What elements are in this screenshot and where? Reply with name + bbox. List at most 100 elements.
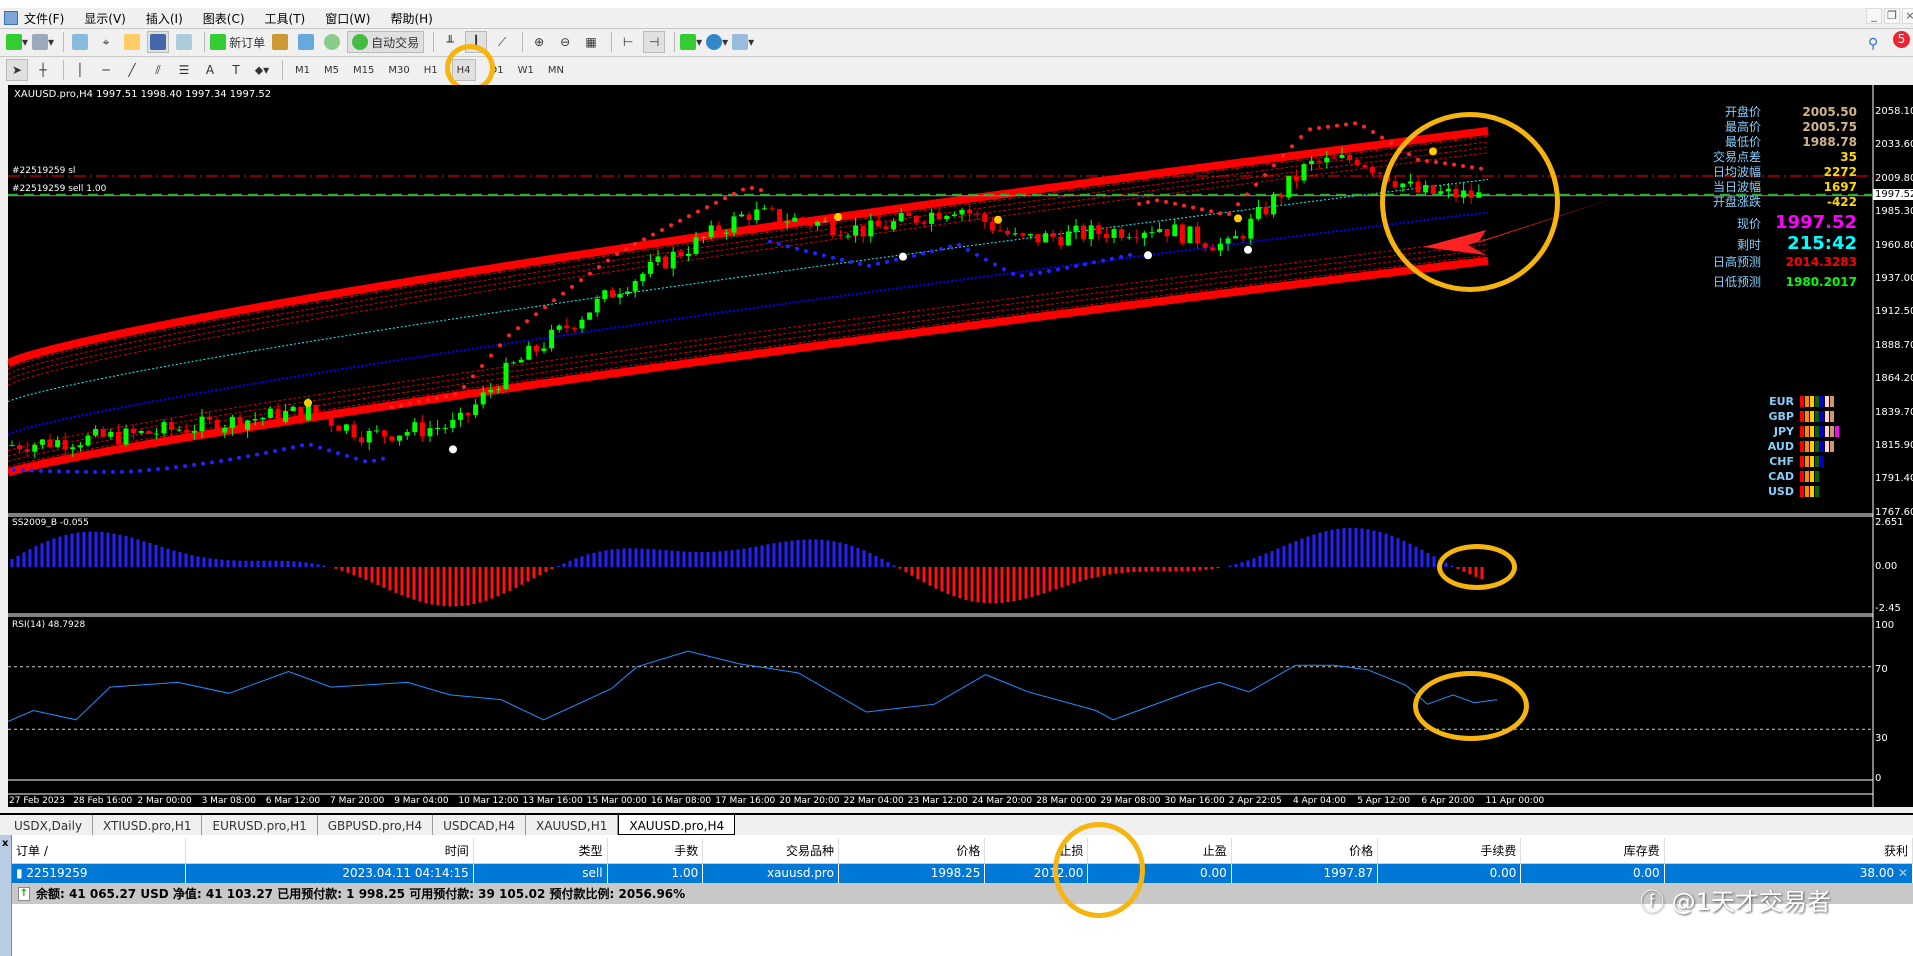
sar-dot bbox=[399, 403, 403, 408]
chart-tab[interactable]: XTIUSD.pro,H1 bbox=[93, 815, 203, 835]
candle-body bbox=[199, 416, 205, 431]
menu-window[interactable]: 窗口(W) bbox=[325, 10, 370, 27]
auto-scroll-button[interactable]: ⊢ bbox=[617, 31, 639, 53]
column-header[interactable]: 价格 bbox=[1231, 838, 1379, 864]
sar-dot bbox=[750, 185, 754, 190]
price-axis-label: 1888.70 bbox=[1875, 339, 1913, 351]
market-watch-button[interactable] bbox=[69, 31, 91, 53]
sar-dot bbox=[30, 468, 34, 473]
timeframe-w1[interactable]: W1 bbox=[518, 65, 534, 76]
templates-button[interactable]: ▾ bbox=[732, 31, 754, 53]
terminal-button[interactable] bbox=[147, 31, 170, 53]
equidistant-channel-tool[interactable]: ⫽ bbox=[147, 59, 169, 81]
sar-dot bbox=[363, 459, 367, 464]
title-strip bbox=[0, 0, 1913, 8]
timeframe-m30[interactable]: M30 bbox=[388, 65, 409, 76]
data-window-button[interactable]: ⌖ bbox=[95, 31, 117, 53]
chart-shift-button[interactable]: ⊣ bbox=[643, 31, 666, 53]
close-order-icon[interactable]: ✕ bbox=[1894, 866, 1908, 880]
menu-tools[interactable]: 工具(T) bbox=[265, 10, 306, 27]
candle-body bbox=[556, 325, 562, 330]
chart-tab[interactable]: EURUSD.pro,H1 bbox=[202, 815, 318, 835]
periods-button[interactable]: ▾ bbox=[706, 31, 728, 53]
menu-charts[interactable]: 图表(C) bbox=[203, 10, 245, 27]
line-chart-button[interactable]: ⟋ bbox=[491, 31, 513, 53]
signals-button[interactable] bbox=[321, 31, 343, 53]
trendline-tool[interactable]: ╱ bbox=[121, 59, 143, 81]
sar-dot bbox=[129, 469, 133, 474]
sar-dot bbox=[939, 246, 943, 251]
metaeditor-button[interactable] bbox=[269, 31, 291, 53]
candle-body bbox=[77, 445, 83, 448]
crosshair-tool[interactable]: ┼ bbox=[32, 59, 54, 81]
column-header[interactable]: 获利 bbox=[1664, 838, 1913, 864]
column-header[interactable]: 订单 / bbox=[12, 838, 187, 864]
terminal-close-icon[interactable]: x bbox=[0, 838, 8, 849]
candle-body bbox=[1043, 233, 1049, 243]
search-icon[interactable]: ⚲ bbox=[1868, 36, 1878, 52]
zoom-out-button[interactable]: ⊖ bbox=[554, 31, 576, 53]
notifications-badge[interactable]: 5 bbox=[1893, 31, 1910, 48]
chart-canvas[interactable] bbox=[8, 85, 1913, 807]
timeframe-h1[interactable]: H1 bbox=[424, 65, 438, 76]
menu-help[interactable]: 帮助(H) bbox=[390, 10, 432, 27]
time-axis-label: 2 Mar 00:00 bbox=[137, 796, 192, 806]
chart-tab[interactable]: USDCAD,H4 bbox=[433, 815, 527, 835]
column-header[interactable]: 库存费 bbox=[1520, 838, 1665, 864]
column-header[interactable]: 手数 bbox=[607, 838, 704, 864]
table-cell: 0.00 bbox=[1520, 863, 1665, 883]
rsi-window-title: RSI(14) 48.7928 bbox=[12, 620, 86, 630]
fibonacci-tool[interactable]: ☰ bbox=[173, 59, 195, 81]
column-header[interactable]: 手续费 bbox=[1377, 838, 1522, 864]
text-tool[interactable]: A bbox=[199, 59, 221, 81]
close-button[interactable]: × bbox=[1902, 8, 1913, 24]
zoom-in-button[interactable]: ⊕ bbox=[528, 31, 550, 53]
horizontal-line-tool[interactable]: ─ bbox=[95, 59, 117, 81]
vertical-line-tool[interactable]: │ bbox=[69, 59, 91, 81]
navigator-button[interactable] bbox=[121, 31, 143, 53]
table-row[interactable]: ▮ 22519259 2023.04.11 04:14:15 sell 1.00 xau… bbox=[12, 863, 1913, 883]
minimize-button[interactable]: _ bbox=[1866, 8, 1882, 24]
time-axis-label: 10 Mar 12:00 bbox=[458, 796, 519, 806]
candle-body bbox=[1088, 225, 1094, 240]
menu-view[interactable]: 显示(V) bbox=[84, 10, 126, 27]
tile-windows-button[interactable]: ▦ bbox=[580, 31, 602, 53]
sar-dot bbox=[858, 262, 862, 267]
timeframe-m15[interactable]: M15 bbox=[353, 65, 374, 76]
profiles-button[interactable]: ▾ bbox=[32, 31, 54, 53]
tester-button[interactable] bbox=[173, 31, 195, 53]
community-button[interactable] bbox=[295, 31, 317, 53]
column-header[interactable]: 交易品种 bbox=[702, 838, 839, 864]
restore-button[interactable]: ❐ bbox=[1884, 8, 1900, 24]
clock-icon bbox=[706, 34, 723, 50]
timeframe-m1[interactable]: M1 bbox=[295, 65, 310, 76]
menu-file[interactable]: 文件(F) bbox=[24, 10, 64, 27]
column-header[interactable]: 价格 bbox=[838, 838, 986, 864]
chart-tab[interactable]: XAUUSD.pro,H4 bbox=[618, 815, 736, 835]
terminal-side-bar[interactable]: x bbox=[0, 835, 12, 956]
chart-tab[interactable]: USDX,Daily bbox=[4, 815, 94, 835]
sar-dot bbox=[1173, 201, 1177, 206]
highlight-circle-rsi bbox=[1413, 671, 1529, 741]
timeframe-mn[interactable]: MN bbox=[548, 65, 564, 76]
indicators-button[interactable]: ▾ bbox=[680, 31, 702, 53]
cursor-tool[interactable]: ➤ bbox=[6, 59, 28, 81]
arrows-tool[interactable]: ⬥▾ bbox=[251, 59, 273, 81]
price-axis-label: 1791.40 bbox=[1875, 473, 1913, 485]
column-header[interactable]: 类型 bbox=[473, 838, 608, 864]
chart-tab[interactable]: XAUUSD,H1 bbox=[526, 815, 619, 835]
text-label-tool[interactable]: T bbox=[225, 59, 247, 81]
new-order-button[interactable]: 新订单 bbox=[210, 31, 265, 53]
sar-dot bbox=[570, 284, 574, 289]
chart-window[interactable] bbox=[8, 85, 1913, 807]
candle-body bbox=[131, 428, 137, 433]
menu-insert[interactable]: 插入(I) bbox=[146, 10, 183, 27]
sar-dot bbox=[1335, 123, 1339, 128]
column-header[interactable]: 时间 bbox=[185, 838, 474, 864]
terminal-icon bbox=[150, 34, 167, 50]
timeframe-m5[interactable]: M5 bbox=[324, 65, 339, 76]
candle-body bbox=[807, 221, 813, 226]
chart-tab[interactable]: GBPUSD.pro,H4 bbox=[318, 815, 434, 835]
auto-trading-button[interactable]: 自动交易 bbox=[347, 31, 425, 53]
new-chart-button[interactable]: ▾ bbox=[6, 31, 28, 53]
